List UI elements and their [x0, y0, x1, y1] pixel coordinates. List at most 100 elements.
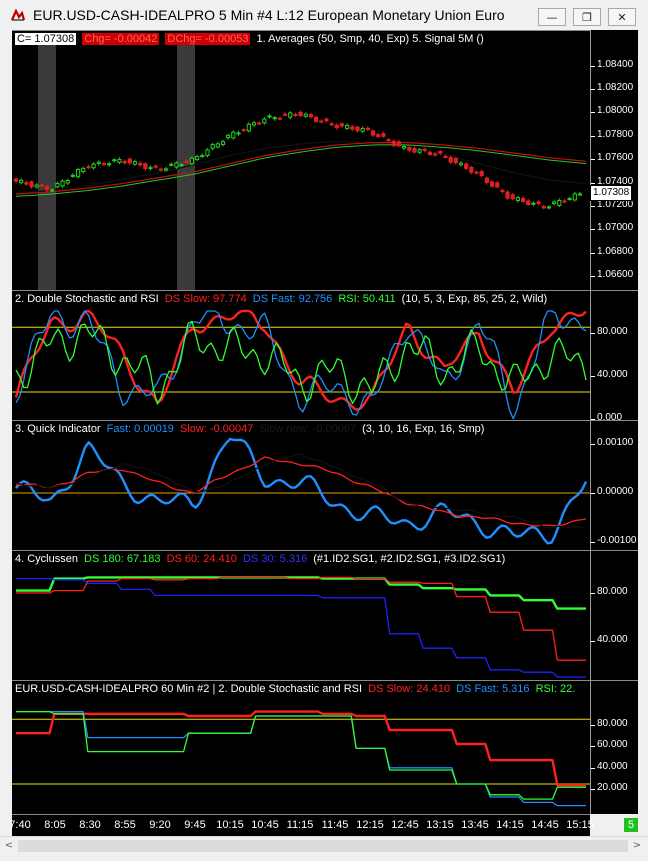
price-tick-mark [591, 229, 595, 231]
value-tick-label: 20.000 [597, 782, 628, 794]
quick-indicator-panel[interactable]: 3. Quick Indicator Fast: 0.00019 Slow: -… [12, 420, 590, 550]
stochastic-chart [12, 309, 590, 420]
candle-body [515, 197, 521, 202]
candle-body [417, 149, 422, 153]
quick-axis[interactable]: 0.00100 0.00000 -0.00100 [591, 420, 638, 550]
ds-fast-label: DS Fast: 92.756 [252, 293, 333, 305]
value-tick-label: 0.00000 [597, 486, 634, 497]
price-axis[interactable]: 1.08400 1.08200 1.08000 1.07800 1.07600 1.074… [591, 30, 638, 290]
cycles-panel[interactable]: 4. Cyclussen DS 180: 67.183 DS 60: 24.41… [12, 550, 590, 680]
candle-body [458, 162, 464, 166]
candle-body [241, 129, 246, 132]
cycles-study-label: 4. Cyclussen [15, 553, 78, 565]
value-tick-mark [591, 493, 595, 494]
scroll-left-button[interactable]: < [2, 839, 16, 853]
price-tick-mark [591, 112, 595, 114]
hourly-axis[interactable]: 80.000 60.000 40.000 20.000 [591, 680, 638, 814]
time-tick-label: 9:20 [149, 819, 171, 831]
signal-line [15, 144, 587, 197]
ds-60-line [16, 576, 586, 661]
candle-body [210, 144, 215, 149]
chevron-right-icon: > [632, 840, 642, 851]
last-price-marker: 1.07308 [590, 185, 633, 201]
cycles-axis[interactable]: 80.000 40.000 [591, 550, 638, 680]
hourly-stochastic-panel[interactable]: EUR.USD-CASH-IDEALPRO 60 Min #2 | 2. Dou… [12, 680, 590, 814]
scroll-right-button[interactable]: > [630, 839, 644, 853]
value-tick-mark [591, 746, 595, 748]
hourly-ds-slow-label: DS Slow: 24.410 [368, 683, 451, 695]
value-tick-mark [591, 443, 595, 445]
scroll-track[interactable] [18, 840, 628, 852]
candle-body [386, 139, 391, 142]
value-tick-label: 0.00100 [597, 436, 634, 448]
candle-body [464, 163, 469, 169]
price-tick-mark [591, 159, 595, 161]
minimize-button[interactable]: — [538, 8, 566, 26]
ds-180-line [16, 576, 586, 610]
candle-body [29, 181, 34, 188]
candle-body [195, 156, 200, 160]
time-tick-label: 10:15 [216, 819, 244, 831]
price-tick-label: 1.07600 [597, 152, 634, 164]
window-title: EUR.USD-CASH-IDEALPRO 5 Min #4 L:12 Euro… [33, 7, 505, 23]
candle-body [479, 171, 484, 177]
candle-body [91, 163, 96, 169]
candle-body [339, 123, 345, 127]
candle-body [365, 127, 370, 131]
quick-slow-new-label: Slow new: -0.00067 [259, 423, 357, 435]
candle-body [324, 118, 329, 122]
value-tick-mark [591, 724, 595, 726]
restore-button[interactable]: ❐ [573, 8, 601, 26]
price-tick-label: 1.07800 [597, 128, 634, 140]
averages-study-label: 1. Averages (50, Smp, 40, Exp) 5. Signal… [256, 33, 484, 45]
candle-body [50, 189, 55, 192]
candle-body [381, 133, 386, 137]
time-axis[interactable]: 7:40 8:05 8:30 8:55 9:20 9:45 10:15 10:45 11:15 1… [9, 814, 594, 836]
price-panel[interactable]: C= 1.07308 Chg= -0.00042 DChg= -0.00053 … [12, 30, 590, 290]
quick-slow-label: Slow: -0.00047 [180, 423, 254, 435]
value-tick-label: -0.00100 [597, 535, 637, 547]
candle-body [189, 157, 195, 165]
window-titlebar[interactable]: EUR.USD-CASH-IDEALPRO 5 Min #4 L:12 Euro… [0, 0, 648, 31]
price-tick-mark [591, 205, 595, 207]
candle-body [65, 179, 70, 184]
candle-body [469, 166, 474, 173]
ds-slow-line [16, 710, 586, 787]
minimize-icon: — [546, 10, 558, 24]
candle-body [314, 116, 319, 122]
time-tick-label: 12:45 [391, 819, 419, 831]
time-tick-label: 8:55 [114, 819, 136, 831]
time-tick-label: 8:30 [79, 819, 101, 831]
ds30-label: DS 30: 5.316 [242, 553, 308, 565]
candle-body [96, 161, 101, 165]
candle-body [433, 153, 438, 156]
value-tick-mark [591, 789, 595, 791]
price-tick-mark [591, 88, 595, 90]
candle-body [422, 148, 427, 151]
candle-body [86, 166, 91, 169]
price-tick-mark [591, 252, 595, 254]
price-tick-mark [591, 276, 595, 278]
candle-body [184, 160, 189, 164]
value-tick-mark [591, 542, 595, 544]
quick-params-label: (3, 10, 16, Exp, 16, Smp) [362, 423, 485, 435]
candle-body [262, 118, 267, 124]
time-tick-label: 13:15 [426, 819, 454, 831]
candle-body [143, 163, 148, 170]
stochastic-params-label: (10, 5, 3, Exp, 85, 25, 2, Wild) [401, 293, 548, 305]
candle-body [536, 201, 541, 204]
candle-body [107, 163, 112, 166]
candle-body [391, 140, 396, 147]
horizontal-scrollbar[interactable]: < > [0, 836, 648, 855]
value-tick-label: 80.000 [597, 717, 628, 729]
candle-body [288, 112, 293, 118]
candle-body [153, 165, 158, 168]
candle-body [282, 113, 288, 116]
hourly-legend: EUR.USD-CASH-IDEALPRO 60 Min #2 | 2. Dou… [15, 683, 578, 695]
candle-body [531, 202, 536, 205]
stochastic-panel[interactable]: 2. Double Stochastic and RSI DS Slow: 97… [12, 290, 590, 420]
price-tick-label: 1.06600 [597, 269, 634, 281]
close-button[interactable]: ✕ [608, 8, 636, 26]
stochastic-axis[interactable]: 80.000 40.000 0.000 [591, 290, 638, 423]
price-tick-mark [591, 182, 595, 184]
